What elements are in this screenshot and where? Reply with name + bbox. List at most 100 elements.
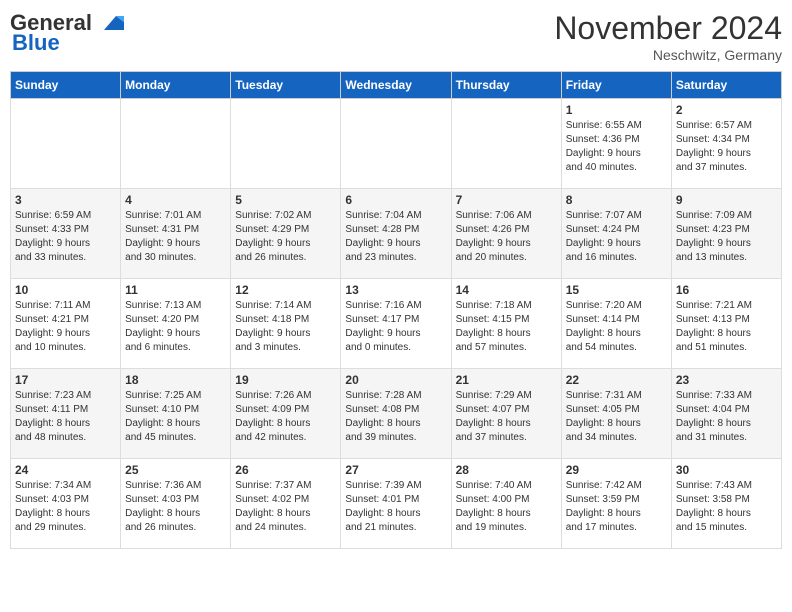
day-info: Sunrise: 6:59 AM Sunset: 4:33 PM Dayligh… [15, 209, 116, 265]
weekday-header: Wednesday [341, 72, 451, 99]
calendar-cell: 3 Sunrise: 6:59 AM Sunset: 4:33 PM Daylig… [11, 189, 121, 279]
day-number: 19 [235, 373, 336, 387]
day-number: 23 [676, 373, 777, 387]
day-info: Sunrise: 7:01 AM Sunset: 4:31 PM Dayligh… [125, 209, 226, 265]
weekday-header: Saturday [671, 72, 781, 99]
calendar-cell: 25 Sunrise: 7:36 AM Sunset: 4:03 PM Dayli… [121, 459, 231, 549]
calendar-cell: 18 Sunrise: 7:25 AM Sunset: 4:10 PM Dayli… [121, 369, 231, 459]
calendar-cell: 16 Sunrise: 7:21 AM Sunset: 4:13 PM Dayli… [671, 279, 781, 369]
day-info: Sunrise: 7:28 AM Sunset: 4:08 PM Dayligh… [345, 389, 446, 445]
day-info: Sunrise: 7:21 AM Sunset: 4:13 PM Dayligh… [676, 299, 777, 355]
calendar-cell: 10 Sunrise: 7:11 AM Sunset: 4:21 PM Dayli… [11, 279, 121, 369]
day-info: Sunrise: 7:23 AM Sunset: 4:11 PM Dayligh… [15, 389, 116, 445]
day-number: 24 [15, 463, 116, 477]
calendar-cell: 1 Sunrise: 6:55 AM Sunset: 4:36 PM Daylig… [561, 99, 671, 189]
calendar-week-row: 1 Sunrise: 6:55 AM Sunset: 4:36 PM Daylig… [11, 99, 782, 189]
calendar-cell [231, 99, 341, 189]
calendar-cell: 5 Sunrise: 7:02 AM Sunset: 4:29 PM Daylig… [231, 189, 341, 279]
day-number: 2 [676, 103, 777, 117]
day-info: Sunrise: 7:31 AM Sunset: 4:05 PM Dayligh… [566, 389, 667, 445]
page-header: General Blue November 2024 Neschwitz, Ge… [10, 10, 782, 63]
calendar-cell: 17Sunrise: 7:23 AM Sunset: 4:11 PM Dayli… [11, 369, 121, 459]
day-info: Sunrise: 7:04 AM Sunset: 4:28 PM Dayligh… [345, 209, 446, 265]
calendar-cell: 30Sunrise: 7:43 AM Sunset: 3:58 PM Dayli… [671, 459, 781, 549]
month-title: November 2024 [554, 10, 782, 47]
day-info: Sunrise: 7:29 AM Sunset: 4:07 PM Dayligh… [456, 389, 557, 445]
day-number: 26 [235, 463, 336, 477]
day-info: Sunrise: 7:25 AM Sunset: 4:10 PM Dayligh… [125, 389, 226, 445]
calendar-cell: 4 Sunrise: 7:01 AM Sunset: 4:31 PM Daylig… [121, 189, 231, 279]
day-number: 6 [345, 193, 446, 207]
day-number: 3 [15, 193, 116, 207]
calendar-cell [11, 99, 121, 189]
calendar-cell [451, 99, 561, 189]
day-number: 20 [345, 373, 446, 387]
day-info: Sunrise: 7:37 AM Sunset: 4:02 PM Dayligh… [235, 479, 336, 535]
day-number: 4 [125, 193, 226, 207]
day-info: Sunrise: 7:20 AM Sunset: 4:14 PM Dayligh… [566, 299, 667, 355]
day-info: Sunrise: 7:26 AM Sunset: 4:09 PM Dayligh… [235, 389, 336, 445]
day-info: Sunrise: 7:39 AM Sunset: 4:01 PM Dayligh… [345, 479, 446, 535]
day-number: 12 [235, 283, 336, 297]
logo-blue: Blue [12, 30, 60, 56]
calendar-cell: 28 Sunrise: 7:40 AM Sunset: 4:00 PM Dayli… [451, 459, 561, 549]
day-info: Sunrise: 7:11 AM Sunset: 4:21 PM Dayligh… [15, 299, 116, 355]
calendar-week-row: 3 Sunrise: 6:59 AM Sunset: 4:33 PM Daylig… [11, 189, 782, 279]
calendar-cell: 26 Sunrise: 7:37 AM Sunset: 4:02 PM Dayli… [231, 459, 341, 549]
day-number: 16 [676, 283, 777, 297]
day-number: 14 [456, 283, 557, 297]
day-info: Sunrise: 7:34 AM Sunset: 4:03 PM Dayligh… [15, 479, 116, 535]
day-number: 11 [125, 283, 226, 297]
day-info: Sunrise: 7:36 AM Sunset: 4:03 PM Dayligh… [125, 479, 226, 535]
day-number: 9 [676, 193, 777, 207]
logo: General Blue [10, 10, 124, 56]
day-info: Sunrise: 6:55 AM Sunset: 4:36 PM Dayligh… [566, 119, 667, 175]
day-info: Sunrise: 7:02 AM Sunset: 4:29 PM Dayligh… [235, 209, 336, 265]
day-number: 25 [125, 463, 226, 477]
calendar-cell: 19 Sunrise: 7:26 AM Sunset: 4:09 PM Dayli… [231, 369, 341, 459]
weekday-header: Tuesday [231, 72, 341, 99]
day-number: 28 [456, 463, 557, 477]
location: Neschwitz, Germany [554, 47, 782, 63]
calendar-cell [121, 99, 231, 189]
calendar-cell: 6 Sunrise: 7:04 AM Sunset: 4:28 PM Daylig… [341, 189, 451, 279]
calendar-week-row: 17Sunrise: 7:23 AM Sunset: 4:11 PM Dayli… [11, 369, 782, 459]
day-number: 13 [345, 283, 446, 297]
day-info: Sunrise: 7:07 AM Sunset: 4:24 PM Dayligh… [566, 209, 667, 265]
calendar-cell: 11 Sunrise: 7:13 AM Sunset: 4:20 PM Dayli… [121, 279, 231, 369]
day-number: 5 [235, 193, 336, 207]
day-number: 21 [456, 373, 557, 387]
title-block: November 2024 Neschwitz, Germany [554, 10, 782, 63]
day-info: Sunrise: 6:57 AM Sunset: 4:34 PM Dayligh… [676, 119, 777, 175]
day-info: Sunrise: 7:33 AM Sunset: 4:04 PM Dayligh… [676, 389, 777, 445]
day-info: Sunrise: 7:06 AM Sunset: 4:26 PM Dayligh… [456, 209, 557, 265]
day-number: 10 [15, 283, 116, 297]
day-number: 30 [676, 463, 777, 477]
calendar-cell: 8Sunrise: 7:07 AM Sunset: 4:24 PM Daylig… [561, 189, 671, 279]
day-info: Sunrise: 7:14 AM Sunset: 4:18 PM Dayligh… [235, 299, 336, 355]
day-number: 1 [566, 103, 667, 117]
weekday-header: Monday [121, 72, 231, 99]
day-number: 15 [566, 283, 667, 297]
day-info: Sunrise: 7:09 AM Sunset: 4:23 PM Dayligh… [676, 209, 777, 265]
calendar-cell [341, 99, 451, 189]
calendar-cell: 23 Sunrise: 7:33 AM Sunset: 4:04 PM Dayli… [671, 369, 781, 459]
calendar-cell: 9 Sunrise: 7:09 AM Sunset: 4:23 PM Daylig… [671, 189, 781, 279]
calendar-cell: 7Sunrise: 7:06 AM Sunset: 4:26 PM Daylig… [451, 189, 561, 279]
calendar-cell: 20 Sunrise: 7:28 AM Sunset: 4:08 PM Dayli… [341, 369, 451, 459]
day-info: Sunrise: 7:13 AM Sunset: 4:20 PM Dayligh… [125, 299, 226, 355]
calendar-cell: 13 Sunrise: 7:16 AM Sunset: 4:17 PM Dayli… [341, 279, 451, 369]
calendar-cell: 27Sunrise: 7:39 AM Sunset: 4:01 PM Dayli… [341, 459, 451, 549]
day-number: 18 [125, 373, 226, 387]
weekday-header-row: SundayMondayTuesdayWednesdayThursdayFrid… [11, 72, 782, 99]
calendar-cell: 2 Sunrise: 6:57 AM Sunset: 4:34 PM Daylig… [671, 99, 781, 189]
calendar-cell: 24 Sunrise: 7:34 AM Sunset: 4:03 PM Dayli… [11, 459, 121, 549]
weekday-header: Sunday [11, 72, 121, 99]
day-info: Sunrise: 7:16 AM Sunset: 4:17 PM Dayligh… [345, 299, 446, 355]
day-number: 29 [566, 463, 667, 477]
weekday-header: Thursday [451, 72, 561, 99]
logo-icon [94, 12, 124, 34]
calendar-cell: 15 Sunrise: 7:20 AM Sunset: 4:14 PM Dayli… [561, 279, 671, 369]
day-info: Sunrise: 7:40 AM Sunset: 4:00 PM Dayligh… [456, 479, 557, 535]
calendar-cell: 21 Sunrise: 7:29 AM Sunset: 4:07 PM Dayli… [451, 369, 561, 459]
